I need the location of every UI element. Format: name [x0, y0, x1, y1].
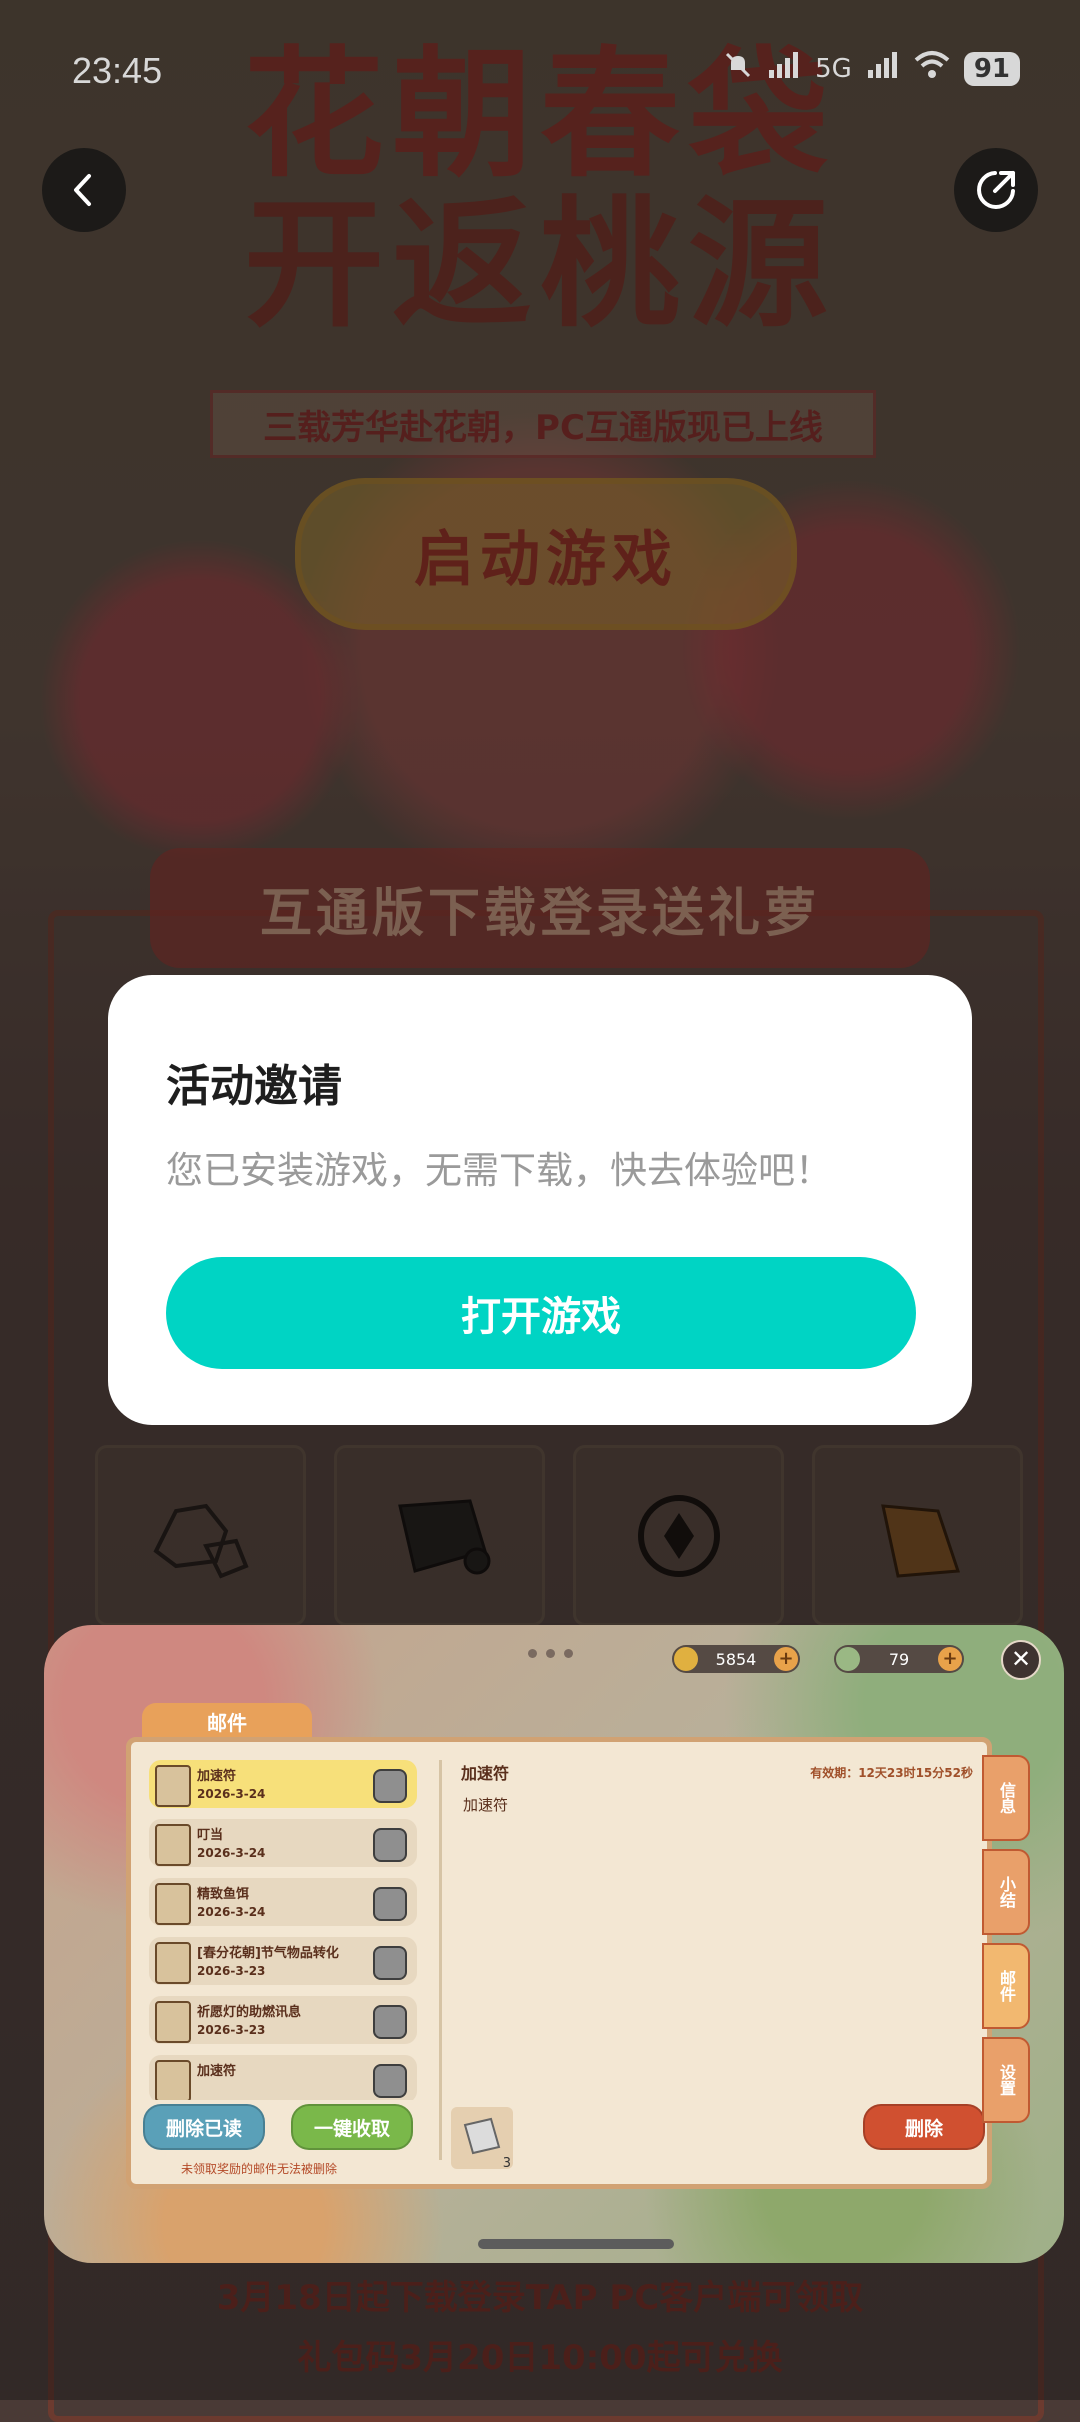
- mail-item-name: 叮当: [197, 1828, 224, 1843]
- delete-read-button[interactable]: 删除已读: [143, 2104, 265, 2150]
- reward-jar-icon: [373, 1828, 407, 1862]
- mail-item[interactable]: 精致鱼饵 2026-3-24: [149, 1878, 417, 1926]
- signal-icon-2: [866, 50, 900, 87]
- gold-coin-icon: [674, 1647, 698, 1671]
- mail-item[interactable]: 加速符 2026-3-24: [149, 1760, 417, 1808]
- reward-jar-icon: [373, 1946, 407, 1980]
- panel-divider: [439, 1760, 442, 2160]
- attachment-count: 3: [502, 2156, 511, 2171]
- add-gem-button[interactable]: +: [938, 1647, 962, 1671]
- gem-icon: [836, 1647, 860, 1671]
- mail-item-date: 2026-3-23: [197, 2023, 266, 2037]
- reward-jar-icon: [373, 2064, 407, 2098]
- reward-jar-icon: [373, 1887, 407, 1921]
- floating-game-window[interactable]: 5854 + 79 + ✕ 邮件 加速符 2026-3-24 叮当 2026-3…: [44, 1625, 1064, 2263]
- mail-item[interactable]: 叮当 2026-3-24: [149, 1819, 417, 1867]
- tab-info[interactable]: 信息: [982, 1755, 1030, 1841]
- tab-summary[interactable]: 小结: [982, 1849, 1030, 1935]
- mail-detail-body: 加速符: [463, 1796, 509, 1814]
- window-home-indicator[interactable]: [478, 2239, 674, 2249]
- mail-item-name: 精致鱼饵: [197, 1887, 250, 1902]
- mail-item[interactable]: 祈愿灯的助燃讯息 2026-3-23: [149, 1996, 417, 2044]
- mute-icon: [723, 50, 753, 87]
- mail-item-name: 祈愿灯的助燃讯息: [197, 2005, 302, 2020]
- letter-icon: [155, 1824, 191, 1866]
- reward-jar-icon: [373, 2005, 407, 2039]
- attachment-slot[interactable]: 3: [451, 2107, 513, 2171]
- mail-item-name: [春分花朝]节气物品转化: [197, 1946, 339, 1961]
- mail-panel: 加速符 2026-3-24 叮当 2026-3-24 精致鱼饵 2026-3-2…: [126, 1737, 992, 2189]
- chevron-left-icon: [74, 174, 91, 206]
- mail-item-name: 加速符: [197, 2064, 237, 2079]
- window-drag-handle[interactable]: [528, 1649, 573, 1658]
- signal-icon: [767, 50, 801, 87]
- gem-amount: 79: [888, 1649, 910, 1669]
- letter-icon: [155, 2001, 191, 2043]
- back-button[interactable]: [42, 148, 126, 232]
- invite-dialog: 活动邀请 您已安装游戏，无需下载，快去体验吧！ 打开游戏: [108, 975, 972, 1425]
- close-window-button[interactable]: ✕: [1001, 1640, 1041, 1680]
- share-button[interactable]: [954, 148, 1038, 232]
- mail-item-date: 2026-3-24: [197, 1905, 266, 1919]
- share-icon: [977, 171, 1015, 209]
- mail-item-name: 加速符: [197, 1769, 237, 1784]
- dialog-message: 您已安装游戏，无需下载，快去体验吧！: [166, 1149, 832, 1192]
- gold-amount: 5854: [715, 1649, 757, 1669]
- wifi-icon: [914, 50, 950, 87]
- gold-currency: 5854 +: [672, 1645, 800, 1673]
- open-game-button[interactable]: 打开游戏: [166, 1257, 916, 1369]
- network-type: 5G: [815, 53, 852, 84]
- add-gold-button[interactable]: +: [774, 1647, 798, 1671]
- mail-item-date: 2026-3-23: [197, 1964, 266, 1978]
- status-time: 23:45: [72, 50, 163, 91]
- collect-all-button[interactable]: 一键收取: [291, 2104, 413, 2150]
- mail-item[interactable]: 加速符: [149, 2055, 417, 2100]
- mail-detail-expiry: 有效期：12天23时15分52秒: [810, 1766, 973, 1780]
- delete-notice: 未领取奖励的邮件无法被删除: [181, 2162, 338, 2176]
- mail-list[interactable]: 加速符 2026-3-24 叮当 2026-3-24 精致鱼饵 2026-3-2…: [149, 1760, 421, 2100]
- dialog-title: 活动邀请: [166, 1061, 342, 1112]
- mail-detail-title: 加速符: [461, 1764, 510, 1783]
- mail-item-date: 2026-3-24: [197, 1787, 266, 1801]
- delete-button[interactable]: 删除: [863, 2104, 985, 2150]
- letter-icon: [155, 1765, 191, 1807]
- mail-item-date: 2026-3-24: [197, 1846, 266, 1860]
- gem-currency: 79 +: [834, 1645, 964, 1673]
- reward-jar-icon: [373, 1769, 407, 1803]
- status-icons: 5G 91: [723, 50, 1020, 87]
- battery-level: 91: [963, 51, 1020, 86]
- tab-settings[interactable]: 设置: [982, 2037, 1030, 2123]
- mail-item[interactable]: [春分花朝]节气物品转化 2026-3-23: [149, 1937, 417, 1985]
- letter-icon: [155, 2060, 191, 2100]
- tab-mail[interactable]: 邮件: [982, 1943, 1030, 2029]
- letter-icon: [155, 1942, 191, 1984]
- letter-icon: [155, 1883, 191, 1925]
